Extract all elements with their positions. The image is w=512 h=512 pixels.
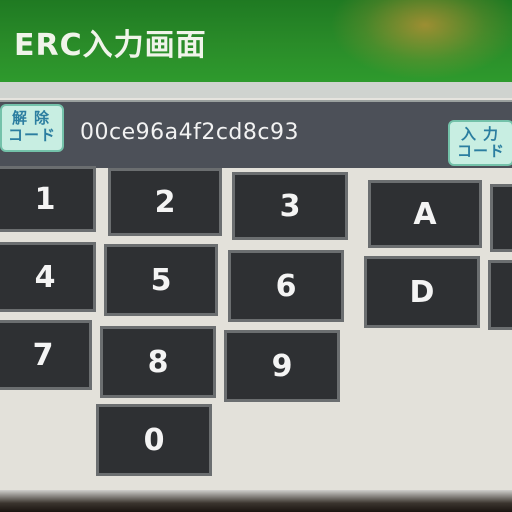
screen-bezel-edge (0, 490, 512, 512)
key-d[interactable]: D (364, 256, 480, 328)
key-4[interactable]: 4 (0, 242, 96, 312)
key-b-partial[interactable] (490, 184, 512, 252)
erc-input-screen: ERC入力画面 解除 コード 00ce96a4f2cd8c93 入力 コード 1… (0, 0, 512, 512)
title-bar: ERC入力画面 (0, 0, 512, 82)
release-code-label-line2: コード (7, 126, 56, 144)
key-3[interactable]: 3 (232, 172, 348, 240)
input-code-button[interactable]: 入力 コード (448, 120, 512, 166)
key-a[interactable]: A (368, 180, 482, 248)
input-code-label-line2: コード (456, 142, 505, 160)
light-reflection (330, 0, 512, 80)
key-8[interactable]: 8 (100, 326, 216, 398)
screen-title: ERC入力画面 (14, 28, 207, 63)
key-6[interactable]: 6 (228, 250, 344, 322)
header-divider (0, 82, 512, 98)
code-display: 00ce96a4f2cd8c93 (80, 120, 299, 145)
key-9[interactable]: 9 (224, 330, 340, 402)
release-code-label-line1: 解除 (11, 109, 56, 127)
release-code-button[interactable]: 解除 コード (0, 104, 64, 152)
key-5[interactable]: 5 (104, 244, 218, 316)
key-2[interactable]: 2 (108, 168, 222, 236)
input-code-label-line1: 入力 (460, 125, 505, 143)
key-e-partial[interactable] (488, 260, 512, 330)
key-1[interactable]: 1 (0, 166, 96, 232)
key-0[interactable]: 0 (96, 404, 212, 476)
key-7[interactable]: 7 (0, 320, 92, 390)
